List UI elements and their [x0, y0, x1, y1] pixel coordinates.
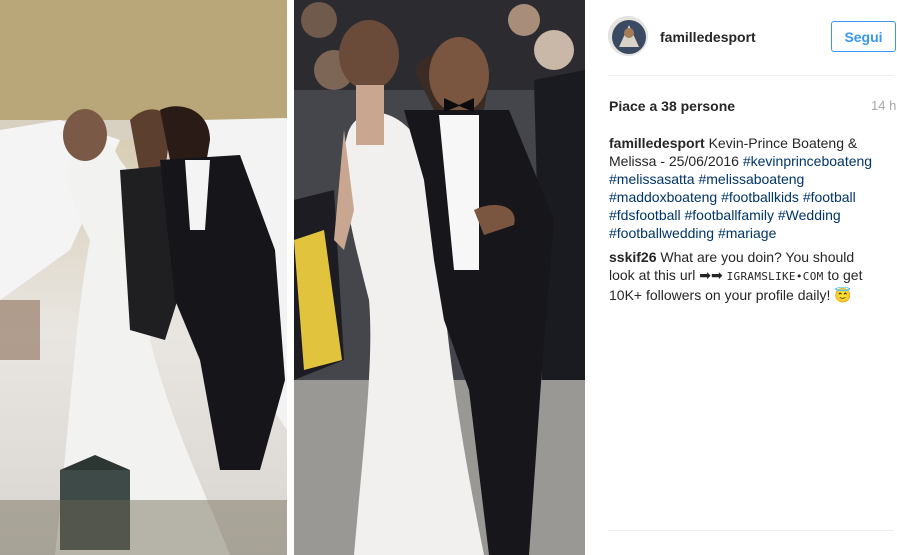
post-username[interactable]: familledesport: [660, 29, 756, 45]
header-divider: [608, 75, 894, 76]
hashtag-link[interactable]: #footballkids: [721, 189, 799, 205]
right-arrow-icon: ➡➡: [699, 267, 723, 283]
hashtag-link[interactable]: #melissasatta: [609, 171, 695, 187]
profile-avatar-icon[interactable]: [608, 16, 648, 56]
hashtag-link[interactable]: #Wedding: [778, 207, 841, 223]
follow-button[interactable]: Segui: [831, 21, 896, 52]
hashtag-link[interactable]: #footballfamily: [685, 207, 775, 223]
smiling-face-with-halo-icon: 😇: [834, 287, 852, 303]
comments-list: familledesport Kevin-Prince Boateng & Me…: [609, 134, 879, 310]
hashtag-link[interactable]: #fdsfootball: [609, 207, 681, 223]
hashtag-link[interactable]: #melissaboateng: [698, 171, 804, 187]
hashtag-link[interactable]: #maddoxboateng: [609, 189, 717, 205]
wedding-photo-right: [294, 0, 585, 555]
post-photo[interactable]: [0, 0, 585, 555]
post-timestamp[interactable]: 14 h: [871, 98, 896, 113]
likes-count[interactable]: Piace a 38 persone: [609, 98, 735, 114]
user-comment: sskif26 What are you doin? You should lo…: [609, 248, 879, 304]
footer-divider: [608, 530, 894, 531]
hashtag-link[interactable]: #kevinprinceboateng: [743, 153, 872, 169]
post-header: familledesport Segui: [585, 0, 897, 75]
comment-url-text: IGRAMSLIKE•COM: [726, 270, 824, 283]
caption-comment: familledesport Kevin-Prince Boateng & Me…: [609, 134, 879, 242]
hashtag-link[interactable]: #mariage: [718, 225, 776, 241]
post-side-panel: familledesport Segui Piace a 38 persone …: [585, 0, 897, 555]
caption-username[interactable]: familledesport: [609, 135, 705, 151]
comment-username[interactable]: sskif26: [609, 249, 656, 265]
hashtag-link[interactable]: #football: [803, 189, 856, 205]
hashtag-link[interactable]: #footballwedding: [609, 225, 714, 241]
wedding-photo-left: [0, 0, 287, 555]
